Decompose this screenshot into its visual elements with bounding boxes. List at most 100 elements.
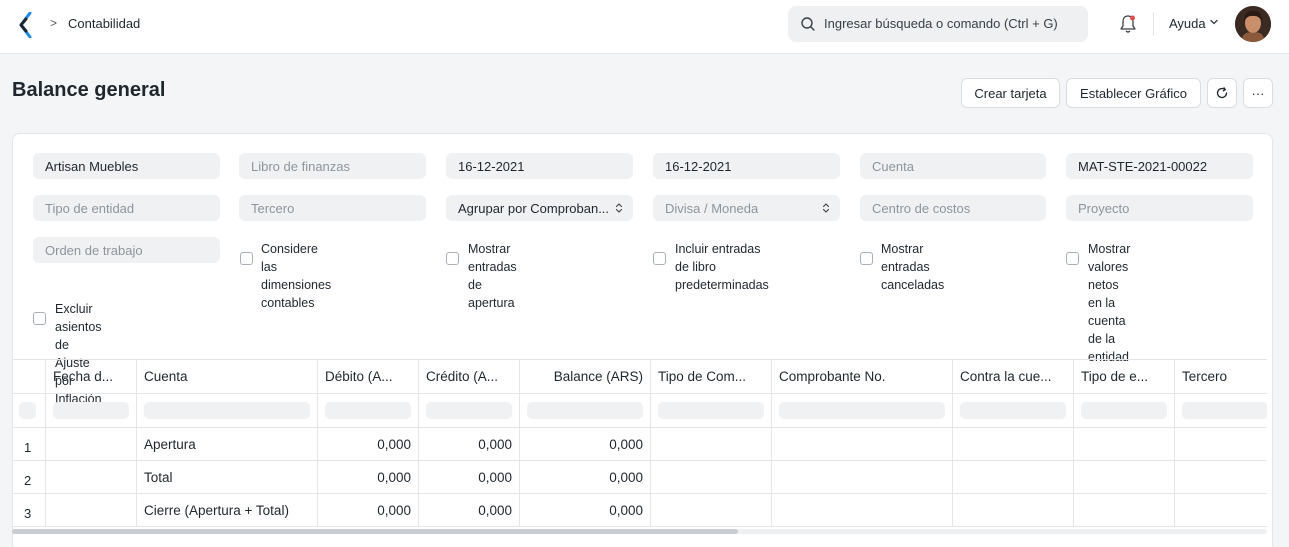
cell-voucher-no[interactable] <box>772 461 953 494</box>
col-header-party[interactable]: Tercero <box>1175 360 1267 394</box>
filter-cell <box>1175 394 1267 428</box>
filter-input[interactable] <box>53 402 129 419</box>
col-header-balance[interactable]: Balance (ARS) <box>520 360 651 394</box>
app-logo-icon[interactable] <box>18 12 34 38</box>
checkbox[interactable] <box>1066 252 1079 265</box>
filter-input[interactable] <box>658 402 764 419</box>
notification-bell-icon[interactable] <box>1119 14 1137 34</box>
checkbox[interactable] <box>653 252 666 265</box>
cell-debit[interactable]: 0,000 <box>318 494 419 527</box>
group-by-select[interactable]: Agrupar por Comproban... <box>446 195 633 221</box>
ledger-table: Fecha d... Cuenta Débito (A... Crédito (… <box>12 359 1267 531</box>
voucher-no-field[interactable]: MAT-STE-2021-00022 <box>1066 153 1253 179</box>
search-icon <box>801 17 815 31</box>
cell-voucher-type[interactable] <box>651 461 772 494</box>
cell-party[interactable] <box>1175 461 1267 494</box>
filter-cell <box>12 394 46 428</box>
party-type-field[interactable]: Tipo de entidad <box>33 195 220 221</box>
col-header-party-type[interactable]: Tipo de e... <box>1074 360 1175 394</box>
cost-center-field[interactable]: Centro de costos <box>860 195 1046 221</box>
cell-voucher-type[interactable] <box>651 428 772 461</box>
horizontal-scrollbar[interactable] <box>12 529 738 534</box>
cell-party-type[interactable] <box>1074 461 1175 494</box>
cell-balance[interactable]: 0,000 <box>520 428 651 461</box>
cell-credit[interactable]: 0,000 <box>419 461 520 494</box>
help-menu[interactable]: Ayuda <box>1169 16 1206 31</box>
filter-input[interactable] <box>960 402 1066 419</box>
checkbox[interactable] <box>33 312 46 325</box>
cell-voucher-no[interactable] <box>772 494 953 527</box>
breadcrumb-contabilidad[interactable]: Contabilidad <box>68 16 140 31</box>
cell-credit[interactable]: 0,000 <box>419 494 520 527</box>
checkbox-label: Considere las dimensiones contables <box>261 242 332 310</box>
page-title: Balance general <box>12 79 166 101</box>
filter-input[interactable] <box>19 402 36 419</box>
create-card-button[interactable]: Crear tarjeta <box>961 78 1060 108</box>
cell-debit[interactable]: 0,000 <box>318 461 419 494</box>
cell-against-account[interactable] <box>953 428 1074 461</box>
refresh-button[interactable] <box>1207 78 1237 108</box>
cell-party-type[interactable] <box>1074 494 1175 527</box>
cell-credit[interactable]: 0,000 <box>419 428 520 461</box>
col-header-voucher-no[interactable]: Comprobante No. <box>772 360 953 394</box>
cell-account[interactable]: Apertura <box>137 428 318 461</box>
row-index[interactable]: 3 <box>12 494 46 527</box>
row-index[interactable]: 1 <box>12 428 46 461</box>
cell-voucher-no[interactable] <box>772 428 953 461</box>
party-field[interactable]: Tercero <box>239 195 426 221</box>
cell-date[interactable] <box>46 428 137 461</box>
filter-cell <box>651 394 772 428</box>
company-field[interactable]: Artisan Muebles <box>33 153 220 179</box>
account-field[interactable]: Cuenta <box>860 153 1046 179</box>
to-date-field[interactable]: 16-12-2021 <box>653 153 840 179</box>
cell-balance[interactable]: 0,000 <box>520 494 651 527</box>
currency-select[interactable]: Divisa / Moneda <box>653 195 840 221</box>
filter-cell <box>520 394 651 428</box>
cell-against-account[interactable] <box>953 461 1074 494</box>
group-by-value: Agrupar por Comproban... <box>458 200 610 216</box>
cell-party[interactable] <box>1175 428 1267 461</box>
filter-cell <box>772 394 953 428</box>
finance-book-field[interactable]: Libro de finanzas <box>239 153 426 179</box>
search-bar[interactable]: Ingresar búsqueda o comando (Ctrl + G) <box>788 6 1088 42</box>
row-index[interactable]: 2 <box>12 461 46 494</box>
cell-against-account[interactable] <box>953 494 1074 527</box>
checkbox[interactable] <box>446 252 459 265</box>
cell-account[interactable]: Total <box>137 461 318 494</box>
filter-cell <box>46 394 137 428</box>
col-header-against-account[interactable]: Contra la cue... <box>953 360 1074 394</box>
filter-input[interactable] <box>426 402 512 419</box>
cell-date[interactable] <box>46 461 137 494</box>
user-avatar[interactable] <box>1235 6 1271 42</box>
cell-date[interactable] <box>46 494 137 527</box>
project-field[interactable]: Proyecto <box>1066 195 1253 221</box>
checkbox[interactable] <box>860 252 873 265</box>
cell-party[interactable] <box>1175 494 1267 527</box>
col-header-date[interactable]: Fecha d... <box>46 360 137 394</box>
col-header-credit[interactable]: Crédito (A... <box>419 360 520 394</box>
cell-account[interactable]: Cierre (Apertura + Total) <box>137 494 318 527</box>
filter-input[interactable] <box>1081 402 1167 419</box>
cell-voucher-type[interactable] <box>651 494 772 527</box>
from-date-field[interactable]: 16-12-2021 <box>446 153 633 179</box>
filter-input[interactable] <box>1182 402 1267 419</box>
col-header-account[interactable]: Cuenta <box>137 360 318 394</box>
filter-input[interactable] <box>325 402 411 419</box>
col-header-debit[interactable]: Débito (A... <box>318 360 419 394</box>
cell-party-type[interactable] <box>1074 428 1175 461</box>
cell-debit[interactable]: 0,000 <box>318 428 419 461</box>
col-header-voucher-type[interactable]: Tipo de Com... <box>651 360 772 394</box>
filter-input[interactable] <box>144 402 310 419</box>
cell-balance[interactable]: 0,000 <box>520 461 651 494</box>
checkbox-label: Mostrar valores netos en la cuenta de la … <box>1088 242 1131 364</box>
select-arrows-icon <box>822 203 830 213</box>
more-options-button[interactable]: ··· <box>1243 78 1273 108</box>
filter-cell <box>419 394 520 428</box>
filter-cell <box>953 394 1074 428</box>
checkbox[interactable] <box>240 252 253 265</box>
chevron-down-icon[interactable] <box>1209 17 1219 27</box>
work-order-field[interactable]: Orden de trabajo <box>33 237 220 263</box>
filter-input[interactable] <box>527 402 643 419</box>
set-chart-button[interactable]: Establecer Gráfico <box>1066 78 1201 108</box>
filter-input[interactable] <box>779 402 945 419</box>
